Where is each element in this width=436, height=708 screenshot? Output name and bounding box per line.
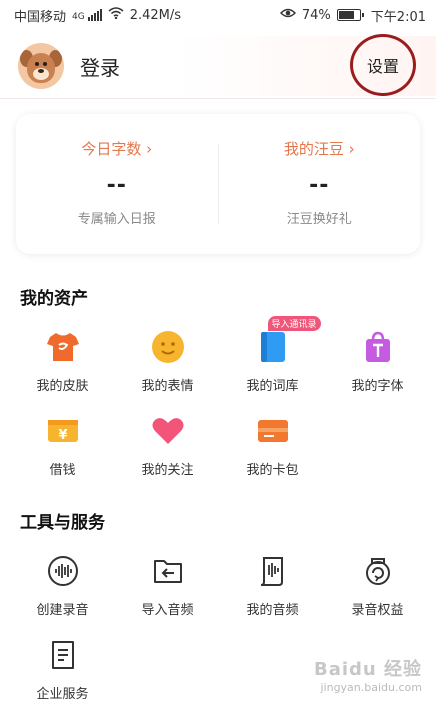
watermark-url: jingyan.baidu.com	[320, 681, 422, 694]
carrier-name: 中国移动	[14, 9, 67, 25]
asset-item-card-wallet[interactable]: 我的卡包	[220, 412, 325, 496]
asset-item-stickers[interactable]: 我的表情	[115, 328, 220, 412]
tool-label: 录音权益	[351, 603, 404, 618]
stat-title: 今日字数 ›	[81, 140, 153, 158]
stat-subtitle: 汪豆换好礼	[286, 212, 352, 227]
shirt-icon	[44, 328, 82, 366]
network-speed: 2.42M/s	[129, 7, 182, 23]
tool-item-my-audio[interactable]: 我的音频	[220, 552, 325, 636]
stat-title: 我的汪豆 ›	[283, 140, 355, 158]
card-icon	[254, 412, 292, 450]
profile-header: 登录 设置	[0, 34, 436, 96]
stat-value: --	[309, 173, 330, 198]
settings-label: 设置	[366, 57, 399, 76]
asset-item-loan[interactable]: ¥ 借钱	[10, 412, 115, 496]
watermark-brand: Baidu 经验	[313, 659, 422, 680]
asset-label: 我的表情	[141, 379, 194, 394]
heart-icon	[149, 412, 187, 450]
asset-label: 我的词库	[246, 379, 299, 394]
clock: 下午2:01	[370, 9, 426, 25]
battery-percent: 74%	[301, 7, 331, 23]
tool-item-create-recording[interactable]: 创建录音	[10, 552, 115, 636]
svg-text:¥: ¥	[58, 428, 67, 443]
login-button[interactable]: 登录	[80, 52, 120, 81]
stat-today-words[interactable]: 今日字数 › -- 专属输入日报	[16, 114, 218, 254]
assets-grid: 我的皮肤 我的表情 导入通讯录 我的词库 我的字体 ¥ 借钱 我的关注 我的卡包	[0, 316, 436, 496]
enterprise-document-icon	[44, 636, 82, 674]
smiley-icon	[149, 328, 187, 366]
asset-item-following[interactable]: 我的关注	[115, 412, 220, 496]
wifi-icon	[108, 7, 124, 23]
import-folder-icon	[149, 552, 187, 590]
baidu-jingyan-watermark: Baidu 经验 jingyan.baidu.com	[314, 655, 422, 694]
battery-icon	[336, 9, 364, 21]
stat-subtitle: 专属输入日报	[77, 212, 156, 227]
status-bar: 中国移动 4G 2.42M/s 74% 下午2:01	[0, 0, 436, 30]
eye-comfort-icon	[279, 7, 296, 23]
asset-label: 我的卡包	[246, 463, 299, 478]
font-bag-icon	[359, 328, 397, 366]
stats-card: 今日字数 › -- 专属输入日报 我的汪豆 › -- 汪豆换好礼	[16, 114, 420, 254]
tool-item-enterprise[interactable]: 企业服务	[10, 636, 115, 708]
audio-document-icon	[254, 552, 292, 590]
asset-item-fonts[interactable]: 我的字体	[325, 328, 430, 412]
tool-label: 创建录音	[36, 603, 89, 618]
asset-label: 借钱	[49, 463, 76, 478]
tool-label: 我的音频	[246, 603, 299, 618]
avatar[interactable]	[18, 43, 64, 89]
network-type: 4G	[72, 11, 85, 22]
section-title-assets: 我的资产	[20, 289, 88, 309]
asset-label: 我的字体	[351, 379, 404, 394]
yen-icon: ¥	[44, 412, 82, 450]
tool-item-import-audio[interactable]: 导入音频	[115, 552, 220, 636]
settings-button[interactable]: 设置	[350, 34, 416, 96]
asset-item-lexicon[interactable]: 导入通讯录 我的词库	[220, 316, 325, 412]
waveform-icon	[44, 552, 82, 590]
section-title-tools: 工具与服务	[20, 513, 105, 533]
stat-value: --	[106, 173, 127, 198]
asset-label: 我的皮肤	[36, 379, 89, 394]
asset-label: 我的关注	[141, 463, 194, 478]
book-icon: 导入通讯录	[254, 316, 321, 366]
import-contacts-badge: 导入通讯录	[267, 316, 321, 331]
stat-wang-beans[interactable]: 我的汪豆 › -- 汪豆换好礼	[219, 114, 421, 254]
signal-icon	[87, 9, 102, 21]
tool-label: 导入音频	[141, 603, 194, 618]
asset-item-skins[interactable]: 我的皮肤	[10, 328, 115, 412]
tool-item-recording-rights[interactable]: 录音权益	[325, 552, 430, 636]
header-divider	[0, 98, 436, 99]
tool-label: 企业服务	[36, 687, 89, 702]
recording-rights-icon	[359, 552, 397, 590]
